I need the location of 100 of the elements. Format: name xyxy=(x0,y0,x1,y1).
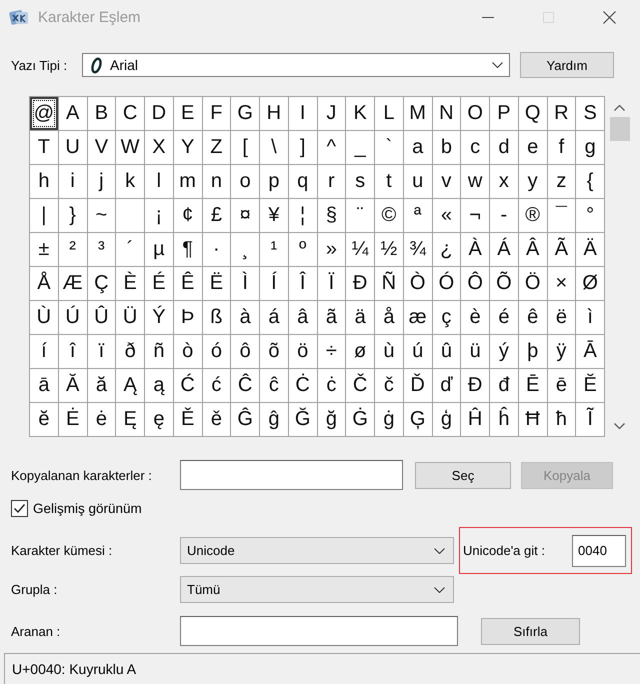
character-cell[interactable]: ć xyxy=(202,369,230,402)
character-cell[interactable]: u xyxy=(404,165,432,198)
character-cell[interactable]: £ xyxy=(202,199,230,232)
character-cell[interactable]: i xyxy=(58,165,86,198)
character-cell[interactable]: m xyxy=(174,165,202,198)
character-cell[interactable]: ù xyxy=(375,335,403,368)
character-cell[interactable]: ø xyxy=(346,335,374,368)
character-cell[interactable]: U xyxy=(58,131,86,164)
character-cell[interactable]: Ġ xyxy=(346,403,374,436)
character-cell[interactable]: t xyxy=(375,165,403,198)
character-cell[interactable]: Y xyxy=(174,131,202,164)
character-cell[interactable]: I xyxy=(288,97,316,130)
character-cell[interactable]: ą xyxy=(145,369,173,402)
character-cell[interactable]: k xyxy=(116,165,144,198)
character-cell[interactable]: - xyxy=(490,199,518,232)
character-cell[interactable]: b xyxy=(432,131,460,164)
character-cell[interactable]: V xyxy=(88,131,116,164)
character-cell[interactable]: ă xyxy=(88,369,116,402)
character-cell[interactable]: A xyxy=(58,97,86,130)
character-cell[interactable]: ÿ xyxy=(548,335,576,368)
character-cell[interactable]: Ĉ xyxy=(231,369,259,402)
character-cell[interactable]: ó xyxy=(202,335,230,368)
character-cell[interactable]: _ xyxy=(346,131,374,164)
character-cell[interactable]: { xyxy=(576,165,604,198)
character-cell[interactable]: n xyxy=(202,165,230,198)
character-cell[interactable]: Î xyxy=(288,267,316,300)
character-cell[interactable]: ß xyxy=(202,301,230,334)
character-cell[interactable]: ñ xyxy=(145,335,173,368)
search-field[interactable] xyxy=(180,616,458,646)
character-cell[interactable]: Q xyxy=(518,97,546,130)
character-cell[interactable]: ċ xyxy=(318,369,346,402)
character-cell[interactable]: B xyxy=(88,97,116,130)
character-cell[interactable]: § xyxy=(318,199,346,232)
character-cell[interactable]: ¾ xyxy=(404,233,432,266)
character-cell[interactable]: Á xyxy=(490,233,518,266)
character-cell[interactable]: Ğ xyxy=(288,403,316,436)
character-cell[interactable]: è xyxy=(461,301,489,334)
character-cell[interactable]: y xyxy=(518,165,546,198)
character-cell[interactable]: ¹ xyxy=(260,233,288,266)
character-cell[interactable]: Ć xyxy=(174,369,202,402)
character-cell[interactable]: Ð xyxy=(346,267,374,300)
character-cell[interactable]: Ê xyxy=(174,267,202,300)
group-by-dropdown[interactable]: Tümü xyxy=(180,576,454,603)
character-cell[interactable]: č xyxy=(375,369,403,402)
character-cell[interactable]: ò xyxy=(174,335,202,368)
character-cell[interactable]: ę xyxy=(145,403,173,436)
character-cell[interactable]: X xyxy=(145,131,173,164)
character-cell[interactable]: K xyxy=(346,97,374,130)
character-cell[interactable]: h xyxy=(30,165,58,198)
character-cell[interactable]: g xyxy=(576,131,604,164)
character-cell[interactable]: ± xyxy=(30,233,58,266)
character-cell[interactable]: Ħ xyxy=(518,403,546,436)
character-cell[interactable]: ē xyxy=(548,369,576,402)
character-cell[interactable]: G xyxy=(231,97,259,130)
character-cell[interactable]: Ā xyxy=(576,335,604,368)
character-cell[interactable]: õ xyxy=(260,335,288,368)
character-cell[interactable]: ê xyxy=(518,301,546,334)
unicode-input[interactable]: 0040 xyxy=(572,534,626,566)
character-cell[interactable]: ¤ xyxy=(231,199,259,232)
character-cell[interactable]: ü xyxy=(461,335,489,368)
character-cell[interactable]: Ý xyxy=(145,301,173,334)
character-cell[interactable]: Ď xyxy=(404,369,432,402)
character-cell[interactable]: Â xyxy=(518,233,546,266)
character-cell[interactable]: · xyxy=(202,233,230,266)
character-cell[interactable]: x xyxy=(490,165,518,198)
character-cell[interactable]: ö xyxy=(288,335,316,368)
character-cell[interactable]: Ĝ xyxy=(231,403,259,436)
character-cell[interactable]: v xyxy=(432,165,460,198)
character-cell[interactable]: ĥ xyxy=(490,403,518,436)
character-cell[interactable]: a xyxy=(404,131,432,164)
character-cell[interactable]: á xyxy=(260,301,288,334)
font-dropdown[interactable]: Arial xyxy=(82,53,510,77)
character-cell[interactable]: P xyxy=(490,97,518,130)
character-cell[interactable]: û xyxy=(432,335,460,368)
checkbox[interactable] xyxy=(11,500,28,516)
character-cell[interactable]: à xyxy=(231,301,259,334)
character-cell[interactable]: ç xyxy=(432,301,460,334)
character-cell[interactable]: Ą xyxy=(116,369,144,402)
character-cell[interactable]: o xyxy=(231,165,259,198)
character-cell[interactable]: c xyxy=(461,131,489,164)
character-cell[interactable]: Ö xyxy=(518,267,546,300)
character-cell[interactable]: E xyxy=(174,97,202,130)
character-set-dropdown[interactable]: Unicode xyxy=(180,537,454,564)
character-cell[interactable]: ² xyxy=(58,233,86,266)
minimize-icon[interactable] xyxy=(482,16,494,18)
character-cell[interactable]: } xyxy=(58,199,86,232)
character-cell[interactable]: Ă xyxy=(58,369,86,402)
character-cell[interactable]: Å xyxy=(30,267,58,300)
character-cell[interactable]: H xyxy=(260,97,288,130)
character-cell[interactable]: Ċ xyxy=(288,369,316,402)
character-cell[interactable]: đ xyxy=(490,369,518,402)
character-cell[interactable]: Æ xyxy=(58,267,86,300)
character-cell[interactable]: ¶ xyxy=(174,233,202,266)
character-cell[interactable]: w xyxy=(461,165,489,198)
character-cell[interactable]: ā xyxy=(30,369,58,402)
character-cell[interactable]: S xyxy=(576,97,604,130)
character-cell[interactable]: ª xyxy=(404,199,432,232)
character-cell[interactable]: O xyxy=(461,97,489,130)
character-cell[interactable]: ÷ xyxy=(318,335,346,368)
character-cell[interactable]: Ñ xyxy=(375,267,403,300)
